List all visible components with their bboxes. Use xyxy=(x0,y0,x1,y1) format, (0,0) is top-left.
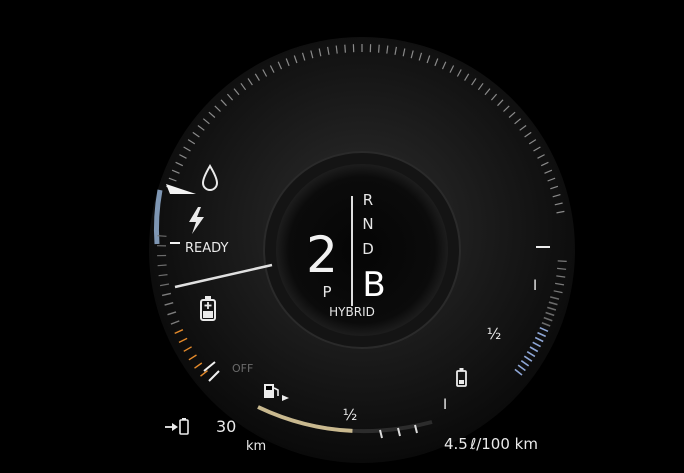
battery-full-label: I xyxy=(533,278,537,294)
outer-tick xyxy=(344,44,346,53)
consumption-unit: ℓ/100 km xyxy=(469,435,538,453)
range-value: 30 xyxy=(216,417,236,436)
fuel-half-label: ½ xyxy=(343,406,358,424)
off-label: OFF xyxy=(232,362,253,375)
fuel-consumption: 4.5 ℓ/100 km xyxy=(444,435,538,453)
battery-empty-label: I xyxy=(443,397,447,413)
outer-tick xyxy=(378,44,380,53)
battery-half-label: ½ xyxy=(487,325,502,343)
ready-label: READY xyxy=(185,241,228,256)
cluster-graphic: READY OFF 2 P R N D B HYBRID ½ I ½ I 30 … xyxy=(149,37,575,463)
power-tick xyxy=(157,264,167,267)
gear-option-d: D xyxy=(362,240,374,258)
gear-option-r: R xyxy=(363,191,373,209)
instrument-cluster: READY OFF 2 P R N D B HYBRID ½ I ½ I 30 … xyxy=(0,0,684,473)
consumption-value: 4.5 xyxy=(444,435,468,453)
plug-to-battery-icon xyxy=(165,418,189,435)
battery-upper-tick xyxy=(557,260,567,262)
range-unit: km xyxy=(246,439,266,454)
power-tick xyxy=(157,235,167,237)
current-gear: 2 xyxy=(306,226,338,284)
gear-option-n: N xyxy=(362,215,373,233)
gear-selected-mode: B xyxy=(362,265,385,305)
gear-park: P xyxy=(322,283,331,301)
drive-mode-label: HYBRID xyxy=(329,305,375,319)
